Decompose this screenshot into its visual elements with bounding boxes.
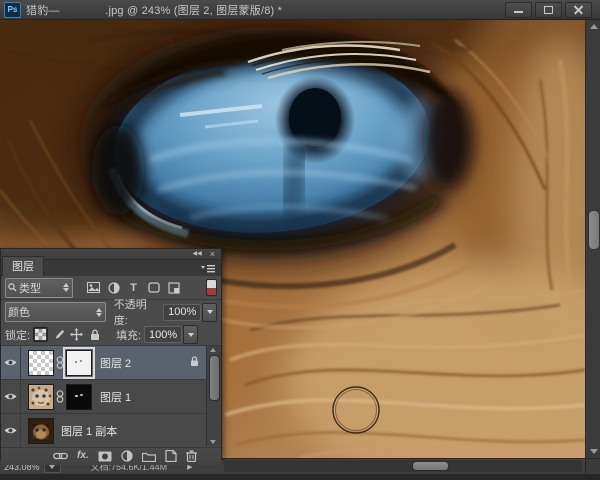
layer-thumbnail[interactable] <box>28 384 54 410</box>
layer-thumbnail[interactable] <box>28 418 54 444</box>
scroll-up-icon[interactable] <box>210 348 216 352</box>
layers-list: 图层 2 <box>1 346 221 447</box>
vertical-scroll-thumb[interactable] <box>588 210 600 250</box>
layers-panel-footer: fx. <box>1 447 221 465</box>
mask-link-icon <box>56 356 64 369</box>
opacity-label: 不透明度: <box>114 296 160 328</box>
filter-adjustment-layers-button[interactable] <box>105 279 122 296</box>
minimize-icon <box>514 11 523 13</box>
photoshop-app-icon: Ps <box>4 2 21 18</box>
eye-icon <box>4 358 17 367</box>
new-group-button[interactable] <box>142 451 156 462</box>
filter-smart-objects-button[interactable] <box>165 279 182 296</box>
panel-tab-strip: 图层 <box>1 260 221 276</box>
titlebar: Ps 猎豹— .jpg @ 243% (图层 2, 图层蒙版/8) * <box>0 0 600 20</box>
layer-mask-thumbnail[interactable] <box>66 384 92 410</box>
lock-label: 锁定: <box>5 327 30 343</box>
filter-kind-label: 类型 <box>19 280 41 296</box>
collapse-panel-icon[interactable]: ◀◀ <box>193 251 202 257</box>
filter-toggle-switch[interactable] <box>206 279 217 296</box>
transparency-checker-icon <box>35 329 46 340</box>
add-adjustment-layer-button[interactable] <box>121 450 133 462</box>
move-icon <box>70 328 83 341</box>
filter-kind-select[interactable]: 类型 <box>5 278 73 298</box>
scrollbar-corner <box>585 458 600 474</box>
maximize-button[interactable] <box>535 2 562 18</box>
chevron-down-icon <box>49 465 55 469</box>
search-icon <box>8 283 17 292</box>
layer-thumbnail[interactable] <box>28 350 54 376</box>
lock-image-pixels-button[interactable] <box>51 327 66 342</box>
blend-mode-select[interactable]: 颜色 <box>5 302 106 322</box>
new-layer-button[interactable] <box>165 450 177 462</box>
spinner-arrows-icon <box>96 308 103 317</box>
layer-name[interactable]: 图层 1 副本 <box>61 423 117 439</box>
scroll-up-icon[interactable] <box>590 24 598 29</box>
layer-mask-thumbnail[interactable] <box>66 350 92 376</box>
add-mask-button[interactable] <box>98 451 112 462</box>
lock-all-button[interactable] <box>87 327 102 342</box>
window-title: 猎豹— .jpg @ 243% (图层 2, 图层蒙版/8) * <box>26 2 282 18</box>
close-panel-icon[interactable]: × <box>210 251 215 257</box>
leopard-dark-thumbnail-image <box>29 419 53 443</box>
filter-pixel-layers-button[interactable] <box>85 279 102 296</box>
horizontal-scroll-thumb[interactable] <box>412 461 449 471</box>
opacity-value[interactable]: 100% <box>163 304 201 321</box>
layers-panel: ◀◀ × 图层 类型 T <box>0 248 222 458</box>
chevron-down-icon <box>207 310 213 314</box>
lock-badge-icon <box>190 356 199 367</box>
fill-value[interactable]: 100% <box>144 326 182 343</box>
window-controls <box>505 2 600 18</box>
opacity-dropdown-button[interactable] <box>202 303 217 322</box>
layers-list-scrollbar[interactable] <box>206 346 221 446</box>
layer-filter-row: 类型 T <box>1 276 221 300</box>
type-filter-icon: T <box>130 282 137 294</box>
filter-shape-layers-button[interactable] <box>145 279 162 296</box>
lock-row: 锁定: 填充: 100% <box>1 324 221 346</box>
layer-row-layer2[interactable]: 图层 2 <box>1 346 221 380</box>
adjustment-filter-icon <box>108 282 120 294</box>
delete-layer-button[interactable] <box>186 450 197 462</box>
maximize-icon <box>544 6 553 14</box>
window-bottom-edge <box>0 474 600 480</box>
image-filter-icon <box>87 282 100 293</box>
scroll-down-icon[interactable] <box>590 449 598 454</box>
spinner-arrows-icon <box>63 283 70 292</box>
fill-dropdown-button[interactable] <box>183 325 198 344</box>
blend-mode-value: 颜色 <box>8 304 30 320</box>
layer-row-layer1-copy[interactable]: 图层 1 副本 <box>1 414 221 448</box>
smart-object-filter-icon <box>168 282 180 294</box>
close-button[interactable] <box>565 2 592 18</box>
eye-icon <box>4 426 17 435</box>
layers-scroll-thumb[interactable] <box>209 355 220 401</box>
lock-icon <box>90 329 100 341</box>
layer-name[interactable]: 图层 2 <box>100 355 131 371</box>
mask-link-icon <box>56 390 64 403</box>
horizontal-scrollbar[interactable] <box>224 460 582 472</box>
shape-filter-icon <box>148 282 160 293</box>
tab-layers[interactable]: 图层 <box>2 256 44 276</box>
visibility-toggle[interactable] <box>1 414 21 447</box>
lock-position-button[interactable] <box>69 327 84 342</box>
lock-transparent-pixels-button[interactable] <box>33 327 48 342</box>
chevron-down-icon <box>188 333 194 337</box>
panel-menu-icon[interactable] <box>200 264 216 273</box>
scroll-down-icon[interactable] <box>210 440 216 444</box>
brush-icon <box>53 329 65 341</box>
fill-label: 填充: <box>116 327 141 343</box>
filter-type-layers-button[interactable]: T <box>125 279 142 296</box>
layer-style-button[interactable]: fx. <box>77 451 89 461</box>
visibility-toggle[interactable] <box>1 346 21 379</box>
blend-mode-row: 颜色 不透明度: 100% <box>1 300 221 324</box>
minimize-button[interactable] <box>505 2 532 18</box>
eye-icon <box>4 392 17 401</box>
vertical-scrollbar[interactable] <box>585 20 600 458</box>
visibility-toggle[interactable] <box>1 380 21 413</box>
layer-row-layer1[interactable]: 图层 1 <box>1 380 221 414</box>
link-layers-button[interactable] <box>53 452 68 460</box>
layer-name[interactable]: 图层 1 <box>100 389 131 405</box>
leopard-thumbnail-image <box>29 385 53 409</box>
